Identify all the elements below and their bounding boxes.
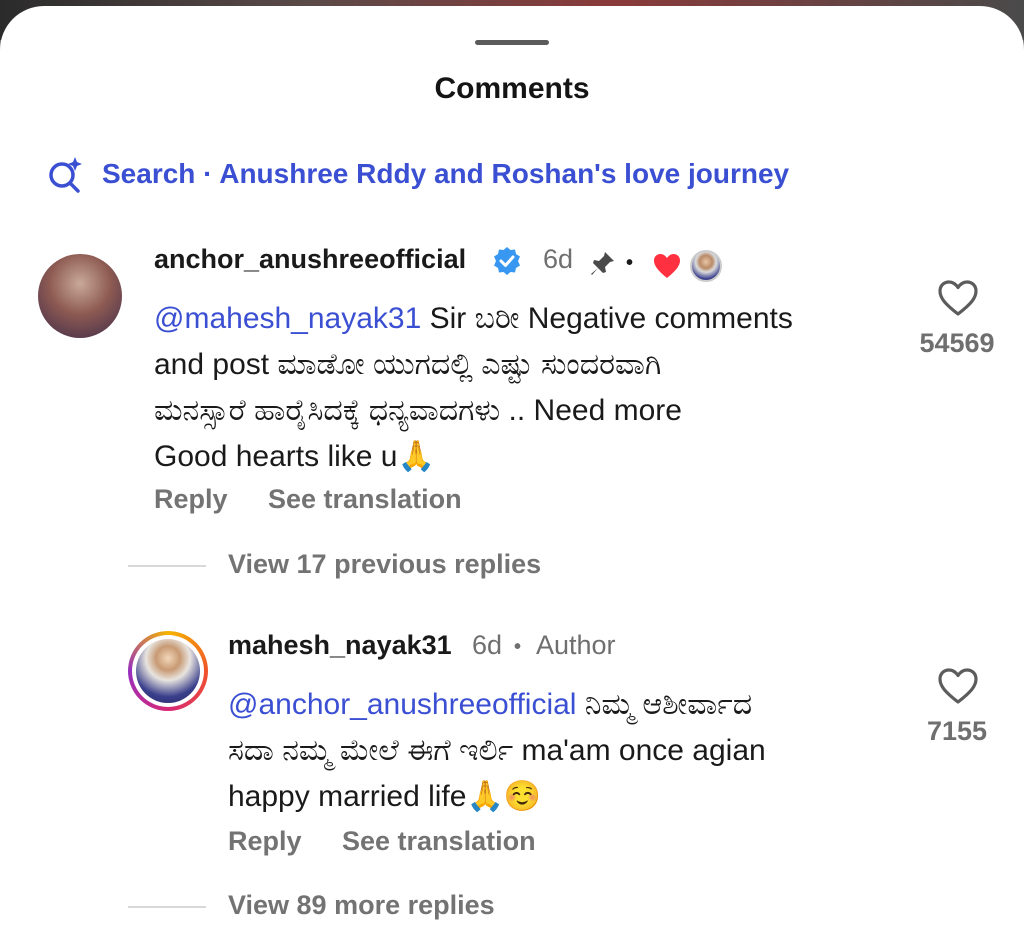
red-heart-icon xyxy=(654,254,680,278)
pin-icon xyxy=(591,252,614,275)
comment-mention[interactable]: @mahesh_nayak31 xyxy=(154,302,421,335)
divider xyxy=(128,906,206,908)
reply-button[interactable]: Reply xyxy=(228,826,302,857)
sheet-title: Comments xyxy=(434,72,590,105)
comment-line: Good hearts like u🙏 xyxy=(154,440,435,473)
creator-reaction-avatar xyxy=(690,250,722,282)
comment-line: ಮನಸ್ಸಾರೆ ಹಾರೈಸಿದಕ್ಕೆ ಧನ್ಯವಾದಗಳು .. Need … xyxy=(154,394,682,427)
view-previous-replies-button[interactable]: View 17 previous replies xyxy=(228,549,541,580)
reply-button[interactable]: Reply xyxy=(154,484,228,515)
like-count: 54569 xyxy=(919,328,995,358)
comment-time: 6d xyxy=(543,244,574,274)
search-suggestion-label: Search · Anushree Rddy and Roshan's love… xyxy=(102,158,790,189)
see-translation-button[interactable]: See translation xyxy=(268,484,462,515)
reply-body: @anchor_anushreeofficial ನಿಮ್ಮ ಆಶೀರ್ವಾದ … xyxy=(228,682,908,820)
reply-username[interactable]: mahesh_nayak31 xyxy=(228,630,452,661)
avatar[interactable] xyxy=(128,631,208,711)
reply-mention[interactable]: @anchor_anushreeofficial xyxy=(228,688,576,721)
sparkle-search-icon xyxy=(49,157,82,193)
avatar[interactable] xyxy=(38,254,122,338)
verified-badge-icon xyxy=(494,247,520,275)
heart-outline-icon[interactable] xyxy=(936,666,980,706)
heart-outline-icon[interactable] xyxy=(936,278,980,318)
divider xyxy=(128,565,206,567)
reply-time: 6d xyxy=(472,630,503,660)
reply-line: ಸದಾ ನಮ್ಮ ಮೇಲೆ ಈಗೆ ಇರ್ಲಿ ma'am once agian xyxy=(228,734,766,767)
view-more-replies-button[interactable]: View 89 more replies xyxy=(228,890,495,921)
comment-line: and post ಮಾಡೋ ಯುಗದಲ್ಲಿ ಎಷ್ಟು ಸುಂದರವಾಗಿ xyxy=(154,348,662,381)
reply-line: ನಿಮ್ಮ ಆಶೀರ್ವಾದ xyxy=(576,688,753,721)
see-translation-button[interactable]: See translation xyxy=(342,826,536,857)
meta-separator: • xyxy=(626,252,634,274)
comments-sheet: Comments Search · Anushree Rddy and Rosh… xyxy=(0,6,1024,936)
sheet-grabber[interactable] xyxy=(475,40,549,45)
author-label: Author xyxy=(536,630,616,660)
reply-line: happy married life🙏☺️ xyxy=(228,780,542,813)
search-suggestion[interactable]: Search · Anushree Rddy and Roshan's love… xyxy=(46,154,789,194)
comment-username[interactable]: anchor_anushreeofficial xyxy=(154,244,466,275)
comment-body: @mahesh_nayak31 Sir ಬರೀ Negative comment… xyxy=(154,296,894,480)
like-count: 7155 xyxy=(926,716,988,746)
meta-separator: • xyxy=(514,636,522,658)
comment-line: Sir ಬರೀ Negative comments xyxy=(421,302,793,335)
